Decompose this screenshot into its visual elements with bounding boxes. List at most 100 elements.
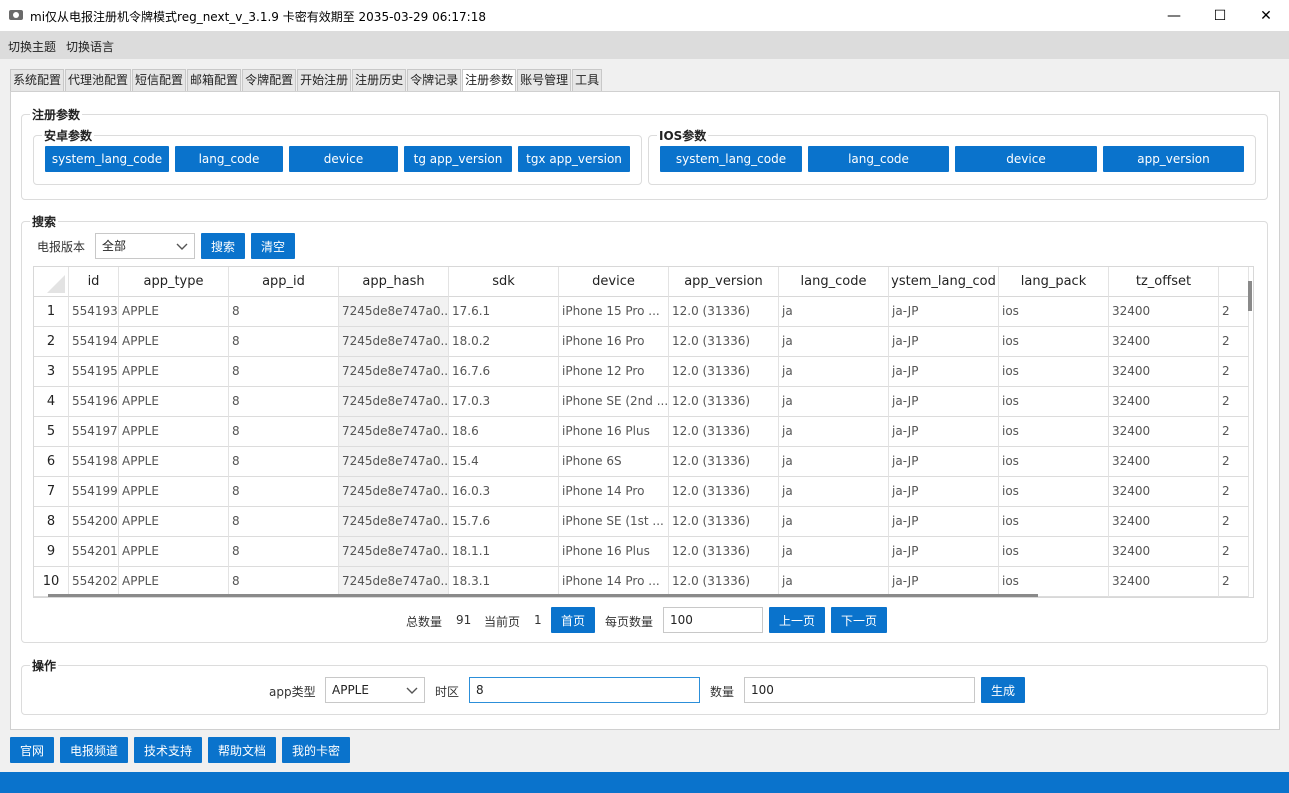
- column-header-sdk[interactable]: sdk: [449, 267, 559, 297]
- cell-lang-pack[interactable]: ios: [999, 567, 1109, 597]
- cell-sdk[interactable]: 18.6: [449, 417, 559, 447]
- row-header[interactable]: 8: [34, 507, 69, 537]
- cell-app-type[interactable]: APPLE: [119, 447, 229, 477]
- cell-id[interactable]: 554193: [69, 297, 119, 327]
- cell-app-version[interactable]: 12.0 (31336): [669, 477, 779, 507]
- cell-app-id[interactable]: 8: [229, 537, 339, 567]
- cell-app-hash[interactable]: 7245de8e747a0...: [339, 447, 449, 477]
- cell-app-id[interactable]: 8: [229, 507, 339, 537]
- maximize-button[interactable]: ☐: [1197, 0, 1243, 31]
- cell-sdk[interactable]: 17.0.3: [449, 387, 559, 417]
- cell-app-version[interactable]: 12.0 (31336): [669, 447, 779, 477]
- cell-sdk[interactable]: 18.1.1: [449, 537, 559, 567]
- menu-switch-theme[interactable]: 切换主题: [8, 38, 56, 55]
- cell-sdk[interactable]: 16.0.3: [449, 477, 559, 507]
- cell-overflow[interactable]: 2: [1219, 447, 1249, 477]
- cell-sdk[interactable]: 17.6.1: [449, 297, 559, 327]
- cell-id[interactable]: 554199: [69, 477, 119, 507]
- cell-lang-code[interactable]: ja: [779, 297, 889, 327]
- select-all-corner[interactable]: [34, 267, 69, 297]
- cell-lang-code[interactable]: ja: [779, 537, 889, 567]
- column-header-app-version[interactable]: app_version: [669, 267, 779, 297]
- tab-account-management[interactable]: 账号管理: [517, 69, 572, 91]
- table-row[interactable]: 4 554196 APPLE 8 7245de8e747a0... 17.0.3 iPhon…: [34, 387, 1249, 417]
- cell-device[interactable]: iPhone 6S: [559, 447, 669, 477]
- cell-tz-offset[interactable]: 32400: [1109, 477, 1219, 507]
- cell-app-hash[interactable]: 7245de8e747a0...: [339, 297, 449, 327]
- cell-app-version[interactable]: 12.0 (31336): [669, 567, 779, 597]
- ios-system-lang-code-button[interactable]: system_lang_code: [660, 146, 802, 172]
- tech-support-button[interactable]: 技术支持: [134, 737, 202, 763]
- row-header[interactable]: 6: [34, 447, 69, 477]
- cell-device[interactable]: iPhone SE (1st ...: [559, 507, 669, 537]
- tab-email-config[interactable]: 邮箱配置: [187, 69, 242, 91]
- cell-system-lang-code[interactable]: ja-JP: [889, 357, 999, 387]
- cell-lang-code[interactable]: ja: [779, 357, 889, 387]
- generate-button[interactable]: 生成: [981, 677, 1025, 703]
- cell-app-type[interactable]: APPLE: [119, 537, 229, 567]
- cell-id[interactable]: 554194: [69, 327, 119, 357]
- cell-app-version[interactable]: 12.0 (31336): [669, 387, 779, 417]
- cell-lang-pack[interactable]: ios: [999, 357, 1109, 387]
- cell-sdk[interactable]: 18.0.2: [449, 327, 559, 357]
- cell-lang-code[interactable]: ja: [779, 417, 889, 447]
- app-type-select[interactable]: APPLE: [325, 677, 425, 703]
- cell-app-id[interactable]: 8: [229, 297, 339, 327]
- android-system-lang-code-button[interactable]: system_lang_code: [45, 146, 169, 172]
- cell-lang-pack[interactable]: ios: [999, 447, 1109, 477]
- vertical-scrollbar[interactable]: [1248, 281, 1252, 311]
- cell-system-lang-code[interactable]: ja-JP: [889, 417, 999, 447]
- cell-app-hash[interactable]: 7245de8e747a0...: [339, 327, 449, 357]
- cell-lang-pack[interactable]: ios: [999, 387, 1109, 417]
- cell-device[interactable]: iPhone 14 Pro ...: [559, 567, 669, 597]
- table-row[interactable]: 1 554193 APPLE 8 7245de8e747a0... 17.6.1 iPhon…: [34, 297, 1249, 327]
- cell-app-type[interactable]: APPLE: [119, 417, 229, 447]
- row-header[interactable]: 10: [34, 567, 69, 597]
- horizontal-scrollbar[interactable]: [48, 594, 1038, 597]
- table-row[interactable]: 10 554202 APPLE 8 7245de8e747a0... 18.3.1 iPho…: [34, 567, 1249, 597]
- my-card-key-button[interactable]: 我的卡密: [282, 737, 350, 763]
- close-button[interactable]: ✕: [1243, 0, 1289, 31]
- cell-device[interactable]: iPhone 16 Plus: [559, 537, 669, 567]
- cell-tz-offset[interactable]: 32400: [1109, 357, 1219, 387]
- column-header-system-lang-code[interactable]: ystem_lang_cod: [889, 267, 999, 297]
- cell-id[interactable]: 554200: [69, 507, 119, 537]
- cell-tz-offset[interactable]: 32400: [1109, 507, 1219, 537]
- official-site-button[interactable]: 官网: [10, 737, 54, 763]
- cell-tz-offset[interactable]: 32400: [1109, 567, 1219, 597]
- cell-app-id[interactable]: 8: [229, 417, 339, 447]
- next-page-button[interactable]: 下一页: [831, 607, 887, 633]
- row-header[interactable]: 7: [34, 477, 69, 507]
- cell-app-version[interactable]: 12.0 (31336): [669, 327, 779, 357]
- minimize-button[interactable]: —: [1151, 0, 1197, 31]
- cell-app-type[interactable]: APPLE: [119, 327, 229, 357]
- timezone-input[interactable]: 8: [469, 677, 700, 703]
- cell-lang-code[interactable]: ja: [779, 477, 889, 507]
- cell-lang-pack[interactable]: ios: [999, 477, 1109, 507]
- column-header-id[interactable]: id: [69, 267, 119, 297]
- cell-id[interactable]: 554202: [69, 567, 119, 597]
- cell-app-hash[interactable]: 7245de8e747a0...: [339, 417, 449, 447]
- cell-device[interactable]: iPhone 15 Pro ...: [559, 297, 669, 327]
- cell-device[interactable]: iPhone 16 Plus: [559, 417, 669, 447]
- android-device-button[interactable]: device: [289, 146, 398, 172]
- cell-tz-offset[interactable]: 32400: [1109, 297, 1219, 327]
- cell-app-id[interactable]: 8: [229, 477, 339, 507]
- cell-app-id[interactable]: 8: [229, 447, 339, 477]
- cell-lang-pack[interactable]: ios: [999, 507, 1109, 537]
- tab-register-params[interactable]: 注册参数: [462, 69, 517, 91]
- cell-system-lang-code[interactable]: ja-JP: [889, 567, 999, 597]
- cell-sdk[interactable]: 16.7.6: [449, 357, 559, 387]
- cell-app-hash[interactable]: 7245de8e747a0...: [339, 537, 449, 567]
- cell-overflow[interactable]: 2: [1219, 537, 1249, 567]
- table-row[interactable]: 5 554197 APPLE 8 7245de8e747a0... 18.6 iPhone …: [34, 417, 1249, 447]
- cell-id[interactable]: 554197: [69, 417, 119, 447]
- cell-app-id[interactable]: 8: [229, 387, 339, 417]
- cell-system-lang-code[interactable]: ja-JP: [889, 387, 999, 417]
- cell-lang-code[interactable]: ja: [779, 327, 889, 357]
- column-header-device[interactable]: device: [559, 267, 669, 297]
- tab-token-records[interactable]: 令牌记录: [407, 69, 462, 91]
- cell-app-hash[interactable]: 7245de8e747a0...: [339, 567, 449, 597]
- cell-overflow[interactable]: 2: [1219, 297, 1249, 327]
- cell-app-version[interactable]: 12.0 (31336): [669, 417, 779, 447]
